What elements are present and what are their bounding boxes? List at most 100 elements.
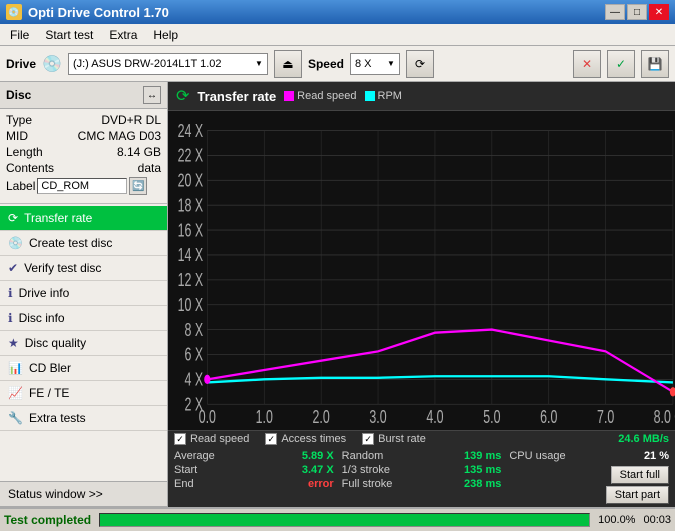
end-value: error: [308, 478, 334, 490]
verify-icon: ✔: [8, 261, 18, 275]
eject-icon: ⏏: [282, 57, 293, 71]
title-bar: 💿 Opti Drive Control 1.70 — □ ✕: [0, 0, 675, 24]
disc-info-icon: ℹ: [8, 311, 13, 325]
drive-label: Drive: [6, 57, 36, 71]
nav-item-fe-te[interactable]: 📈 FE / TE: [0, 381, 167, 406]
drive-dropdown[interactable]: (J:) ASUS DRW-2014L1T 1.02 ▼: [68, 53, 268, 75]
mid-value: CMC MAG D03: [78, 129, 161, 143]
disc-header-title: Disc: [6, 88, 31, 102]
chart-icon: ⟳: [176, 86, 189, 106]
eject-button[interactable]: ⏏: [274, 50, 302, 78]
status-window-button[interactable]: Status window >>: [0, 481, 167, 507]
maximize-button[interactable]: □: [627, 4, 647, 20]
label-input[interactable]: [37, 178, 127, 194]
menu-start-test[interactable]: Start test: [39, 26, 99, 44]
status-text: Test completed: [4, 513, 91, 527]
menu-extra[interactable]: Extra: [103, 26, 143, 44]
label-refresh-icon[interactable]: 🔄: [129, 177, 147, 195]
read-speed-legend-label: Read speed: [297, 90, 356, 102]
start-value: 3.47 X: [302, 464, 334, 476]
svg-text:2.0: 2.0: [313, 408, 330, 426]
svg-text:7.0: 7.0: [597, 408, 614, 426]
minimize-button[interactable]: —: [605, 4, 625, 20]
svg-text:0.0: 0.0: [199, 408, 216, 426]
length-value: 8.14 GB: [117, 145, 161, 159]
nav-label-fe-te: FE / TE: [29, 386, 69, 400]
svg-text:24 X: 24 X: [178, 121, 204, 141]
third-stroke-label: 1/3 stroke: [342, 464, 390, 476]
svg-text:4.0: 4.0: [426, 408, 443, 426]
save-button[interactable]: 💾: [641, 50, 669, 78]
full-stroke-value: 238 ms: [464, 478, 501, 490]
clear-button[interactable]: ✕: [573, 50, 601, 78]
nav-label-create-test: Create test disc: [29, 236, 112, 250]
nav-item-transfer-rate[interactable]: ⟳ Transfer rate: [0, 206, 167, 231]
nav-item-verify-test-disc[interactable]: ✔ Verify test disc: [0, 256, 167, 281]
nav-item-extra-tests[interactable]: 🔧 Extra tests: [0, 406, 167, 431]
toolbar: Drive 💿 (J:) ASUS DRW-2014L1T 1.02 ▼ ⏏ S…: [0, 46, 675, 82]
burst-rate-value: 24.6 MB/s: [618, 433, 669, 445]
nav-item-drive-info[interactable]: ℹ Drive info: [0, 281, 167, 306]
start-label: Start: [174, 464, 197, 476]
nav-item-cd-bler[interactable]: 📊 CD Bler: [0, 356, 167, 381]
cd-bler-icon: 📊: [8, 361, 23, 375]
fe-te-icon: 📈: [8, 386, 23, 400]
nav-label-cd-bler: CD Bler: [29, 361, 71, 375]
disc-header: Disc ↔: [0, 82, 167, 109]
chart-svg: 24 X 22 X 20 X 18 X 16 X 14 X 12 X 10 X …: [168, 115, 675, 426]
menu-file[interactable]: File: [4, 26, 35, 44]
random-value: 139 ms: [464, 450, 501, 462]
nav-item-disc-info[interactable]: ℹ Disc info: [0, 306, 167, 331]
status-bar: Test completed 100.0% 00:03: [0, 507, 675, 531]
data-col-3: CPU usage 21 % Start full Start part: [509, 449, 669, 505]
left-panel: Disc ↔ Type DVD+R DL MID CMC MAG D03 Len…: [0, 82, 168, 507]
nav-item-create-test-disc[interactable]: 💿 Create test disc: [0, 231, 167, 256]
stats-bar: ✓ Read speed ✓ Access times ✓ Burst rate…: [168, 430, 675, 447]
length-label: Length: [6, 145, 43, 159]
transfer-rate-icon: ⟳: [8, 211, 18, 225]
read-speed-checkbox[interactable]: ✓: [174, 433, 186, 445]
chart-header: ⟳ Transfer rate Read speed RPM: [168, 82, 675, 111]
nav-item-disc-quality[interactable]: ★ Disc quality: [0, 331, 167, 356]
full-stroke-label: Full stroke: [342, 478, 393, 490]
close-button[interactable]: ✕: [649, 4, 669, 20]
progress-container: [99, 513, 590, 527]
speed-label: Speed: [308, 57, 344, 71]
end-label: End: [174, 478, 194, 490]
disc-header-arrow[interactable]: ↔: [143, 86, 161, 104]
check-button[interactable]: ✓: [607, 50, 635, 78]
progress-bar: [100, 514, 589, 526]
svg-text:1.0: 1.0: [256, 408, 273, 426]
menu-help[interactable]: Help: [147, 26, 184, 44]
data-col-2: Random 139 ms 1/3 stroke 135 ms Full str…: [342, 449, 502, 505]
type-label: Type: [6, 113, 32, 127]
random-label: Random: [342, 450, 384, 462]
average-label: Average: [174, 450, 215, 462]
read-speed-legend-color: [284, 91, 294, 101]
clear-icon: ✕: [582, 57, 592, 71]
svg-text:8 X: 8 X: [185, 321, 204, 341]
start-full-button[interactable]: Start full: [611, 466, 669, 484]
check-icon: ✓: [616, 57, 626, 71]
access-times-checkbox[interactable]: ✓: [265, 433, 277, 445]
window-controls: — □ ✕: [605, 4, 669, 20]
app-title: Opti Drive Control 1.70: [28, 5, 169, 20]
nav-label-transfer-rate: Transfer rate: [24, 211, 92, 225]
status-window-label: Status window >>: [8, 487, 103, 501]
burst-rate-stat-label: Burst rate: [378, 433, 426, 445]
average-value: 5.89 X: [302, 450, 334, 462]
main-area: Disc ↔ Type DVD+R DL MID CMC MAG D03 Len…: [0, 82, 675, 507]
refresh-button[interactable]: ⟳: [406, 50, 434, 78]
create-test-icon: 💿: [8, 236, 23, 250]
start-part-button[interactable]: Start part: [606, 486, 669, 504]
nav-label-disc-info: Disc info: [19, 311, 65, 325]
speed-dropdown[interactable]: 8 X ▼: [350, 53, 400, 75]
burst-rate-checkbox[interactable]: ✓: [362, 433, 374, 445]
third-stroke-value: 135 ms: [464, 464, 501, 476]
chart-area: 24 X 22 X 20 X 18 X 16 X 14 X 12 X 10 X …: [168, 111, 675, 430]
data-col-1: Average 5.89 X Start 3.47 X End error: [174, 449, 334, 505]
svg-text:5.0: 5.0: [483, 408, 500, 426]
speed-dropdown-arrow: ▼: [387, 59, 395, 68]
nav-label-disc-quality: Disc quality: [25, 336, 86, 350]
cpu-usage-value: 21 %: [644, 450, 669, 462]
